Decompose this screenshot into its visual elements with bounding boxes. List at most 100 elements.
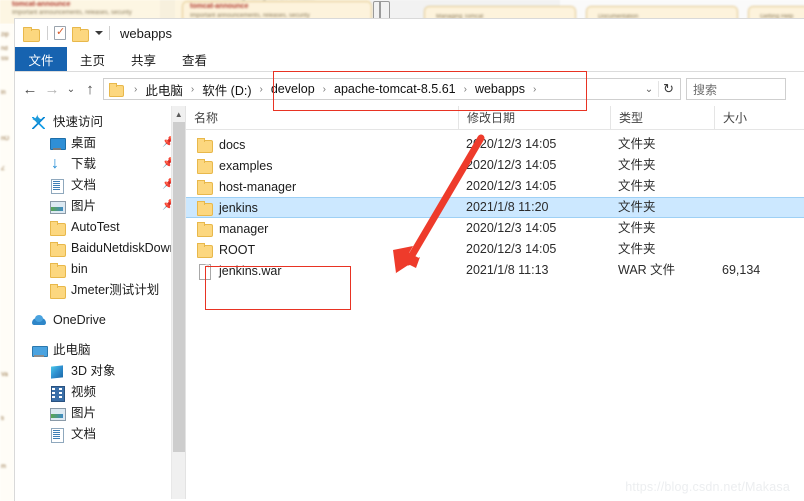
breadcrumb-separator[interactable]: › (317, 84, 332, 95)
sidebar-item-quick-access[interactable]: 快速访问 (15, 112, 185, 133)
file-explorer-window: webapps 文件 主页 共享 查看 ← → ⌄ ↑ › 此电脑 › 软件 (… (14, 18, 804, 501)
breadcrumb-separator[interactable]: › (254, 84, 269, 95)
table-row[interactable]: jenkins.war 2021/1/8 11:13 WAR 文件 69,134 (186, 260, 804, 281)
search-input[interactable]: 搜索 (686, 78, 786, 100)
sidebar-item-desktop[interactable]: 桌面 📌 (15, 133, 185, 154)
tab-view[interactable]: 查看 (169, 47, 220, 71)
file-size-cell (714, 239, 804, 260)
tab-home[interactable]: 主页 (67, 47, 118, 71)
sidebar-item-label: 3D 对象 (71, 361, 115, 382)
folder-icon (196, 158, 212, 174)
sidebar-item-bin[interactable]: bin (15, 259, 185, 280)
file-date-cell: 2020/12/3 14:05 (458, 155, 610, 176)
up-button[interactable]: ↑ (79, 78, 101, 100)
folder-icon[interactable] (23, 27, 39, 40)
file-type-cell: 文件夹 (610, 134, 714, 155)
sidebar-item-label: Jmeter测试计划 (71, 280, 159, 301)
desktop-icon (49, 136, 65, 152)
folder-icon (49, 220, 65, 236)
properties-icon[interactable] (54, 26, 66, 40)
column-header-type[interactable]: 类型 (610, 106, 714, 130)
file-type-cell: 文件夹 (610, 239, 714, 260)
breadcrumb-separator[interactable]: › (527, 84, 542, 95)
screenshot-root: tomcat-announce Important announcements,… (0, 0, 804, 501)
file-name-cell[interactable]: ROOT (186, 239, 458, 260)
file-name-cell[interactable]: manager (186, 218, 458, 239)
table-row[interactable]: manager 2020/12/3 14:05 文件夹 (186, 218, 804, 239)
documents-icon (49, 427, 65, 443)
pictures-icon (49, 199, 65, 215)
sliver-text-8: m (1, 464, 6, 470)
column-header-date[interactable]: 修改日期 (458, 106, 610, 130)
sidebar-item-label: 快速访问 (53, 112, 103, 133)
sidebar-item-jmeter-plan[interactable]: Jmeter测试计划 (15, 280, 185, 301)
sidebar-item-videos[interactable]: 视频 (15, 382, 185, 403)
sidebar-item-baidunetdiskdownload[interactable]: BaiduNetdiskDownload (15, 238, 185, 259)
column-header-name[interactable]: 名称 (186, 106, 458, 130)
sidebar-item-pictures[interactable]: 图片 📌 (15, 196, 185, 217)
sidebar-item-this-pc[interactable]: 此电脑 (15, 340, 185, 361)
column-header-size[interactable]: 大小 (714, 106, 804, 130)
breadcrumb-drive-d[interactable]: 软件 (D:) (200, 80, 253, 99)
navigation-pane: 快速访问 桌面 📌 下载 📌 文档 (15, 106, 185, 499)
file-name-cell[interactable]: jenkins.war (186, 260, 458, 281)
forward-button[interactable]: → (41, 78, 63, 100)
address-bar-row: ← → ⌄ ↑ › 此电脑 › 软件 (D:) › develop › apac… (15, 72, 804, 106)
sidebar-item-documents-pc[interactable]: 文档 (15, 424, 185, 445)
breadcrumb-separator[interactable]: › (458, 84, 473, 95)
file-name-label: jenkins (219, 198, 258, 218)
sidebar-item-documents[interactable]: 文档 📌 (15, 175, 185, 196)
file-type-cell: WAR 文件 (610, 260, 714, 281)
table-row[interactable]: examples 2020/12/3 14:05 文件夹 (186, 155, 804, 176)
navigation-scrollbar[interactable]: ▲ (171, 106, 185, 499)
backdrop-link-1: tomcat-announce (12, 1, 70, 8)
tab-share[interactable]: 共享 (118, 47, 169, 71)
backdrop-left-sliver: zip nd ssi ln nO Z Va ti m (0, 24, 14, 501)
scrollbar-thumb[interactable] (173, 122, 185, 452)
address-dropdown-icon[interactable]: ⌄ (640, 84, 658, 95)
table-row[interactable]: docs 2020/12/3 14:05 文件夹 (186, 134, 804, 155)
file-date-cell: 2020/12/3 14:05 (458, 134, 610, 155)
table-row[interactable]: ROOT 2020/12/3 14:05 文件夹 (186, 239, 804, 260)
sidebar-item-autotest[interactable]: AutoTest (15, 217, 185, 238)
breadcrumb-this-pc[interactable]: 此电脑 (143, 80, 185, 99)
file-date-cell: 2020/12/3 14:05 (458, 218, 610, 239)
file-name-cell[interactable]: docs (186, 134, 458, 155)
chevron-down-icon[interactable] (95, 31, 103, 35)
table-row-selected[interactable]: jenkins 2021/1/8 11:20 文件夹 (186, 197, 804, 218)
breadcrumb-webapps[interactable]: webapps (473, 82, 527, 96)
file-name-cell[interactable]: examples (186, 155, 458, 176)
file-size-cell (714, 218, 804, 239)
table-row[interactable]: host-manager 2020/12/3 14:05 文件夹 (186, 176, 804, 197)
sidebar-item-onedrive[interactable]: OneDrive (15, 310, 185, 331)
file-name-cell[interactable]: host-manager (186, 176, 458, 197)
3d-objects-icon (49, 364, 65, 380)
watermark: https://blog.csdn.net/Makasa (625, 480, 790, 494)
backdrop-sub-1: Important announcements, releases, secur… (12, 10, 132, 16)
file-date-cell: 2021/1/8 11:20 (458, 197, 610, 218)
breadcrumb-develop[interactable]: develop (269, 82, 317, 96)
sidebar-item-pictures-pc[interactable]: 图片 (15, 403, 185, 424)
refresh-icon[interactable]: ↻ (658, 81, 678, 97)
file-date-cell: 2020/12/3 14:05 (458, 176, 610, 197)
onedrive-icon (31, 313, 47, 329)
file-size-cell (714, 155, 804, 176)
sidebar-item-3d-objects[interactable]: 3D 对象 (15, 361, 185, 382)
back-button[interactable]: ← (19, 78, 41, 100)
breadcrumb-separator[interactable]: › (128, 84, 143, 95)
title-bar: webapps (15, 19, 804, 47)
file-rows: docs 2020/12/3 14:05 文件夹 examples 2020/1… (186, 130, 804, 281)
folder-icon (196, 200, 212, 216)
breadcrumb-tomcat[interactable]: apache-tomcat-8.5.61 (332, 82, 458, 96)
folder-icon (196, 221, 212, 237)
address-bar[interactable]: › 此电脑 › 软件 (D:) › develop › apache-tomca… (103, 78, 681, 100)
scroll-up-icon[interactable]: ▲ (172, 106, 185, 122)
file-name-cell[interactable]: jenkins (186, 197, 458, 218)
tab-file[interactable]: 文件 (15, 47, 67, 71)
sidebar-item-downloads[interactable]: 下载 📌 (15, 154, 185, 175)
recent-locations-button[interactable]: ⌄ (63, 78, 79, 100)
window-title: webapps (120, 26, 172, 41)
breadcrumb-separator[interactable]: › (185, 84, 200, 95)
new-folder-icon[interactable] (72, 27, 88, 40)
sidebar-item-label: 此电脑 (53, 340, 91, 361)
